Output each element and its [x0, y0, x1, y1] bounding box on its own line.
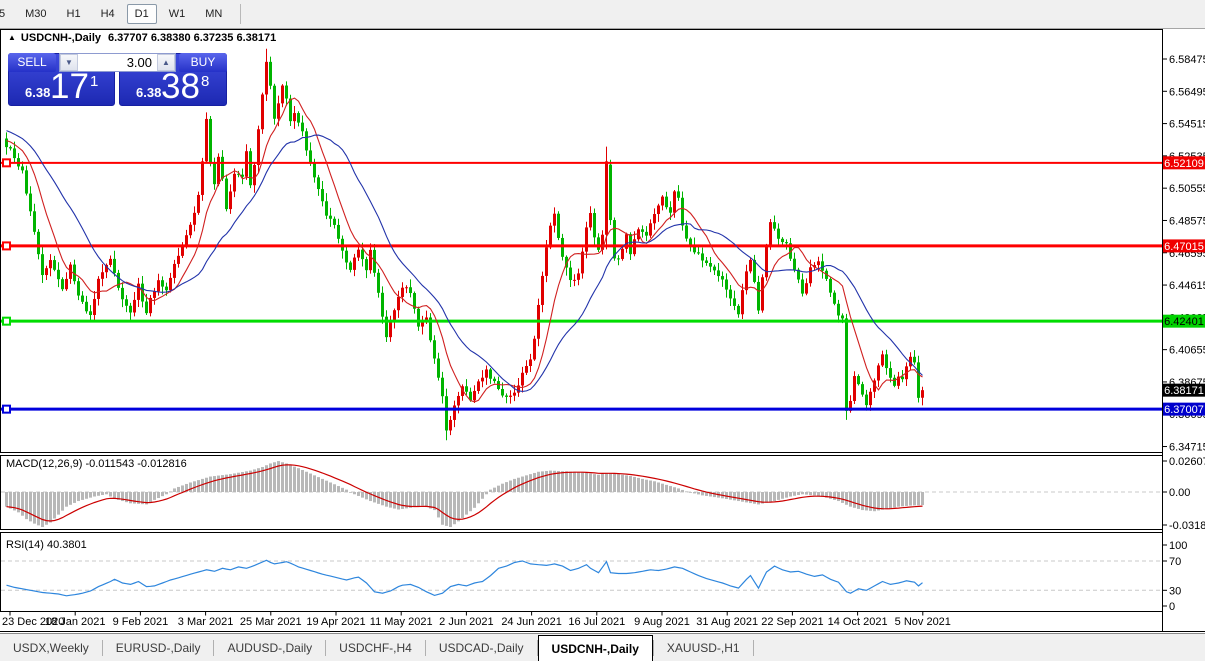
ask-price-big: 38	[161, 69, 200, 104]
date-axis-label: 3 Mar 2021	[178, 616, 234, 628]
sell-button[interactable]: SELL	[8, 53, 56, 72]
chart-tab-usdcad-daily[interactable]: USDCAD-,Daily	[426, 634, 537, 661]
rsi-indicator-label: RSI(14) 40.3801	[6, 539, 87, 551]
date-axis-label: 31 Aug 2021	[696, 616, 758, 628]
axis-tick-label: 6.44615	[1169, 280, 1205, 292]
date-axis-label: 14 Oct 2021	[828, 616, 888, 628]
axis-tick-label: -0.03187	[1169, 520, 1205, 532]
date-axis-label: 19 Apr 2021	[306, 616, 365, 628]
price-level-tag: 6.42401	[1164, 316, 1204, 328]
axis-tick-label: 6.48575	[1169, 215, 1205, 227]
date-axis-label: 11 May 2021	[370, 616, 433, 628]
volume-increase-button[interactable]: ▲	[157, 54, 175, 71]
axis-tick-label: 100	[1169, 540, 1187, 552]
volume-spinner: ▼ 3.00 ▲	[59, 53, 176, 72]
axis-tick-label: 0.00	[1169, 487, 1190, 499]
mt4-window: { "toolbar": { "items": [ {"label":"5","…	[0, 0, 1205, 661]
symbol-period-label: USDCNH-,Daily	[21, 32, 101, 44]
ohlc-values: 6.37707 6.38380 6.37235 6.38171	[108, 32, 276, 44]
bid-price-prefix: 6.38	[25, 85, 50, 100]
price-level-tag: 6.38171	[1164, 385, 1204, 397]
date-axis-label: 16 Jul 2021	[568, 616, 625, 628]
chart-tab-audusd-daily[interactable]: AUDUSD-,Daily	[214, 634, 325, 661]
buy-button[interactable]: BUY	[179, 53, 227, 72]
chart-tab-usdcnh-daily[interactable]: USDCNH-,Daily	[538, 635, 653, 661]
axis-tick-label: 30	[1169, 585, 1181, 597]
ask-price-prefix: 6.38	[136, 85, 161, 100]
axis-tick-label: 0.02607	[1169, 456, 1205, 468]
axis-tick-label: 6.56495	[1169, 86, 1205, 98]
date-axis-label: 18 Jan 2021	[45, 616, 106, 628]
axis-tick-label: 6.58475	[1169, 54, 1205, 66]
level-line-handle[interactable]	[3, 242, 10, 249]
axis-tick-label: 6.50555	[1169, 183, 1205, 195]
chart-tab-usdchf-h4[interactable]: USDCHF-,H4	[326, 634, 425, 661]
date-axis-label: 25 Mar 2021	[240, 616, 302, 628]
date-axis-label: 2 Jun 2021	[439, 616, 493, 628]
volume-field[interactable]: 3.00	[78, 54, 157, 71]
chart-tab-usdx-weekly[interactable]: USDX,Weekly	[0, 634, 102, 661]
price-level-tag: 6.52109	[1164, 158, 1204, 170]
date-axis-label: 9 Feb 2021	[113, 616, 169, 628]
date-axis-label: 9 Aug 2021	[634, 616, 690, 628]
price-level-tag: 6.47015	[1164, 241, 1204, 253]
one-click-trading-panel: 6.38 17 1 6.38 38 8 SELL ▼ 3.00 ▲ BUY	[8, 53, 227, 106]
macd-indicator-label: MACD(12,26,9) -0.011543 -0.012816	[6, 458, 187, 470]
axis-tick-label: 6.34715	[1169, 442, 1205, 454]
axis-tick-label: 0	[1169, 601, 1175, 613]
axis-tick-label: 6.54515	[1169, 119, 1205, 131]
chart-tab-xauusd-h1[interactable]: XAUUSD-,H1	[654, 634, 753, 661]
date-axis-label: 5 Nov 2021	[895, 616, 951, 628]
collapse-icon[interactable]: ▲	[8, 33, 16, 42]
ask-price-sup: 8	[201, 73, 209, 90]
chart-title: ▲ USDCNH-,Daily 6.37707 6.38380 6.37235 6.…	[8, 32, 276, 44]
level-line-handle[interactable]	[3, 159, 10, 166]
axis-tick-label: 6.40655	[1169, 345, 1205, 357]
chart-tab-eurusd-daily[interactable]: EURUSD-,Daily	[103, 634, 214, 661]
bid-price-sup: 1	[90, 73, 98, 90]
volume-decrease-button[interactable]: ▼	[60, 54, 78, 71]
price-level-tag: 6.37007	[1164, 404, 1204, 416]
axis-tick-label: 70	[1169, 556, 1181, 568]
date-axis-label: 22 Sep 2021	[761, 616, 823, 628]
level-line-handle[interactable]	[3, 406, 10, 413]
chart-tabbar: USDX,WeeklyEURUSD-,DailyAUDUSD-,DailyUSD…	[0, 633, 1205, 661]
date-axis-label: 24 Jun 2021	[501, 616, 562, 628]
bid-price-big: 17	[50, 69, 89, 104]
level-line-handle[interactable]	[3, 318, 10, 325]
tab-separator	[753, 640, 754, 656]
